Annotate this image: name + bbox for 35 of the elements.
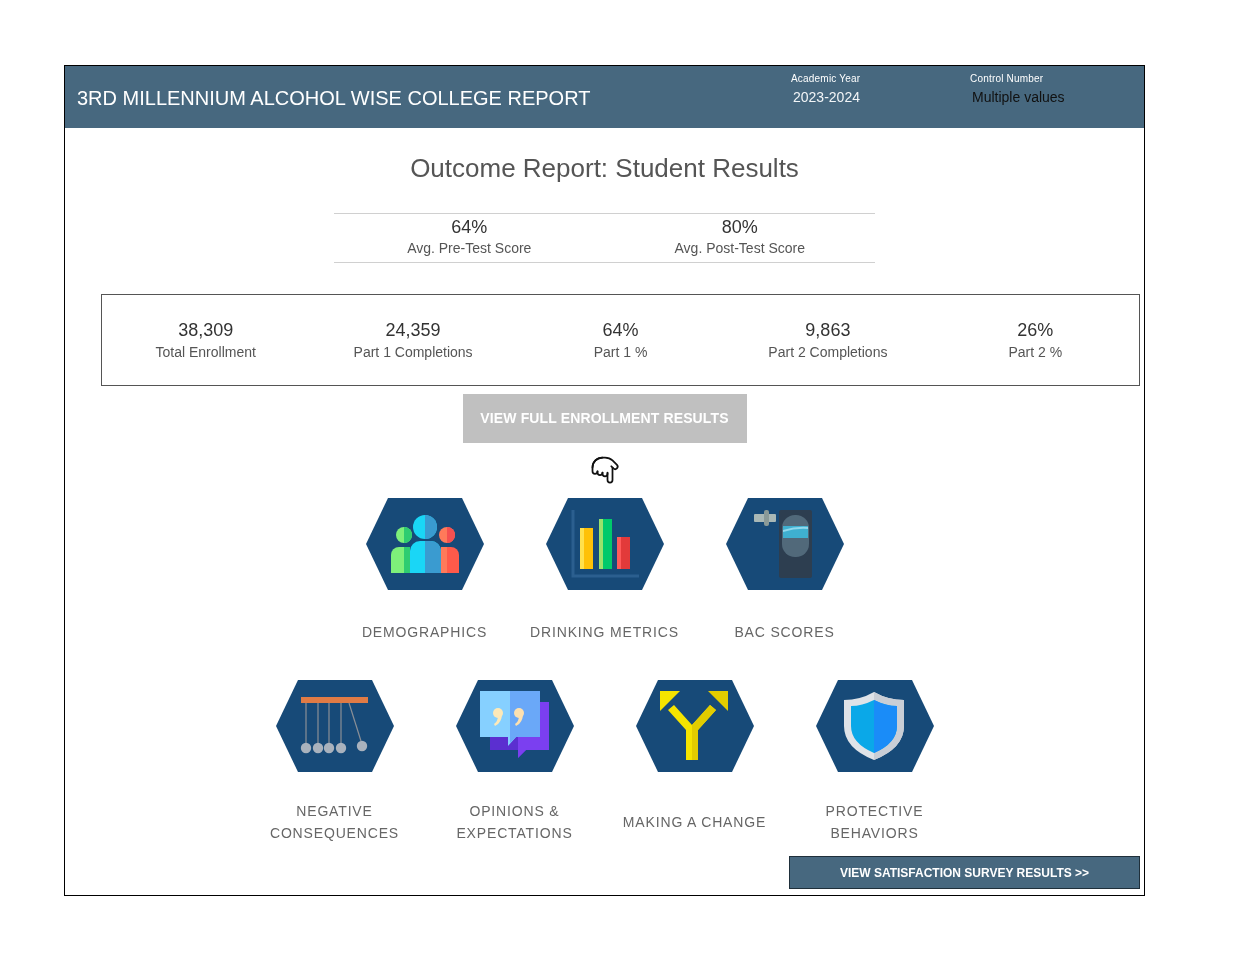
- score-value: 64%: [451, 216, 488, 238]
- filter-value[interactable]: Multiple values: [970, 87, 1144, 107]
- topic-label: DEMOGRAPHICS: [361, 623, 488, 642]
- score-value: 80%: [721, 216, 758, 238]
- topic-label: MAKING A CHANGE: [622, 813, 767, 832]
- stat-value: 9,863: [805, 319, 851, 342]
- breathalyzer-icon[interactable]: [725, 498, 844, 590]
- forked-arrow-icon[interactable]: [635, 680, 754, 772]
- bar-chart-icon[interactable]: [545, 498, 664, 590]
- topic-label: DRINKING METRICS: [530, 623, 679, 642]
- filter-label: Academic Year: [791, 72, 862, 86]
- stat-value: 24,359: [385, 319, 441, 342]
- stat-label: Total Enrollment: [155, 343, 256, 362]
- newtons-cradle-icon[interactable]: [275, 680, 394, 772]
- speech-bubbles-icon[interactable]: [455, 680, 574, 772]
- topic-label: OPINIONS & EXPECTATIONS: [455, 802, 574, 843]
- report-title: Outcome Report: Student Results: [410, 152, 799, 184]
- stat-label: Part 2 %: [1008, 343, 1063, 362]
- people-group-icon[interactable]: [365, 498, 484, 590]
- stat-value: 64%: [602, 319, 639, 342]
- survey-results-button[interactable]: VIEW SATISFACTION SURVEY RESULTS >>: [789, 856, 1140, 889]
- filter-value[interactable]: 2023-2024: [791, 87, 970, 107]
- shield-icon[interactable]: [815, 680, 934, 772]
- report-header-title: 3RD MILLENNIUM ALCOHOL WISE COLLEGE REPORT: [77, 86, 592, 111]
- stat-label: Part 2 Completions: [768, 343, 888, 362]
- filter-label: Control Number: [970, 72, 1045, 86]
- stat-label: Part 1 Completions: [353, 343, 473, 362]
- topic-label: BAC SCORES: [734, 623, 835, 642]
- stat-value: 38,309: [178, 319, 234, 342]
- topic-label: NEGATIVE CONSEQUENCES: [268, 802, 401, 843]
- score-label: Avg. Post-Test Score: [674, 239, 805, 258]
- score-label: Avg. Pre-Test Score: [407, 239, 532, 258]
- stat-value: 26%: [1017, 319, 1054, 342]
- stat-label: Part 1 %: [593, 343, 648, 362]
- topic-label: PROTECTIVE BEHAVIORS: [824, 802, 925, 843]
